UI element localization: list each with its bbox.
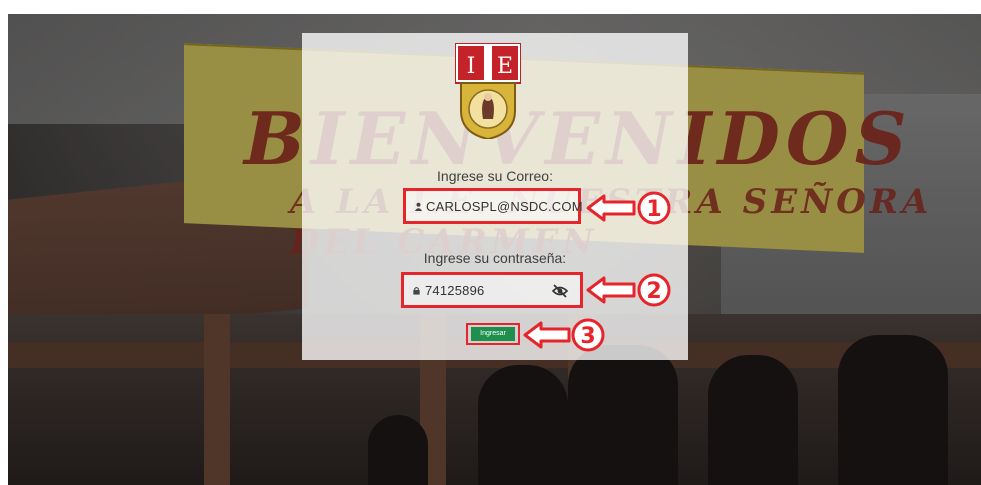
password-value: 74125896 [425,282,485,298]
school-crest-logo: I E [455,43,521,139]
submit-highlight: Ingresar [466,323,520,345]
email-label: Ingrese su Correo: [437,168,553,184]
ingresar-button[interactable]: Ingresar [471,327,515,341]
user-icon [414,201,423,211]
email-field[interactable]: CARLOSPL@NSDC.COM [403,188,583,224]
annotation-number-2: 2 [646,279,661,304]
logo-letter-left: I [467,54,476,79]
annotation-arrow-1: 1 [586,191,671,225]
password-field[interactable]: 74125896 [401,272,583,308]
annotation-number-1: 1 [646,197,661,222]
logo-letter-right: E [497,54,513,79]
password-label: Ingrese su contraseña: [423,250,567,266]
lock-icon [412,285,422,295]
annotation-number-3: 3 [580,324,595,349]
email-value: CARLOSPL@NSDC.COM [426,198,583,214]
toggle-visibility-icon[interactable] [552,283,568,299]
annotation-arrow-2: 2 [586,273,671,307]
annotation-arrow-3: 3 [523,318,605,352]
